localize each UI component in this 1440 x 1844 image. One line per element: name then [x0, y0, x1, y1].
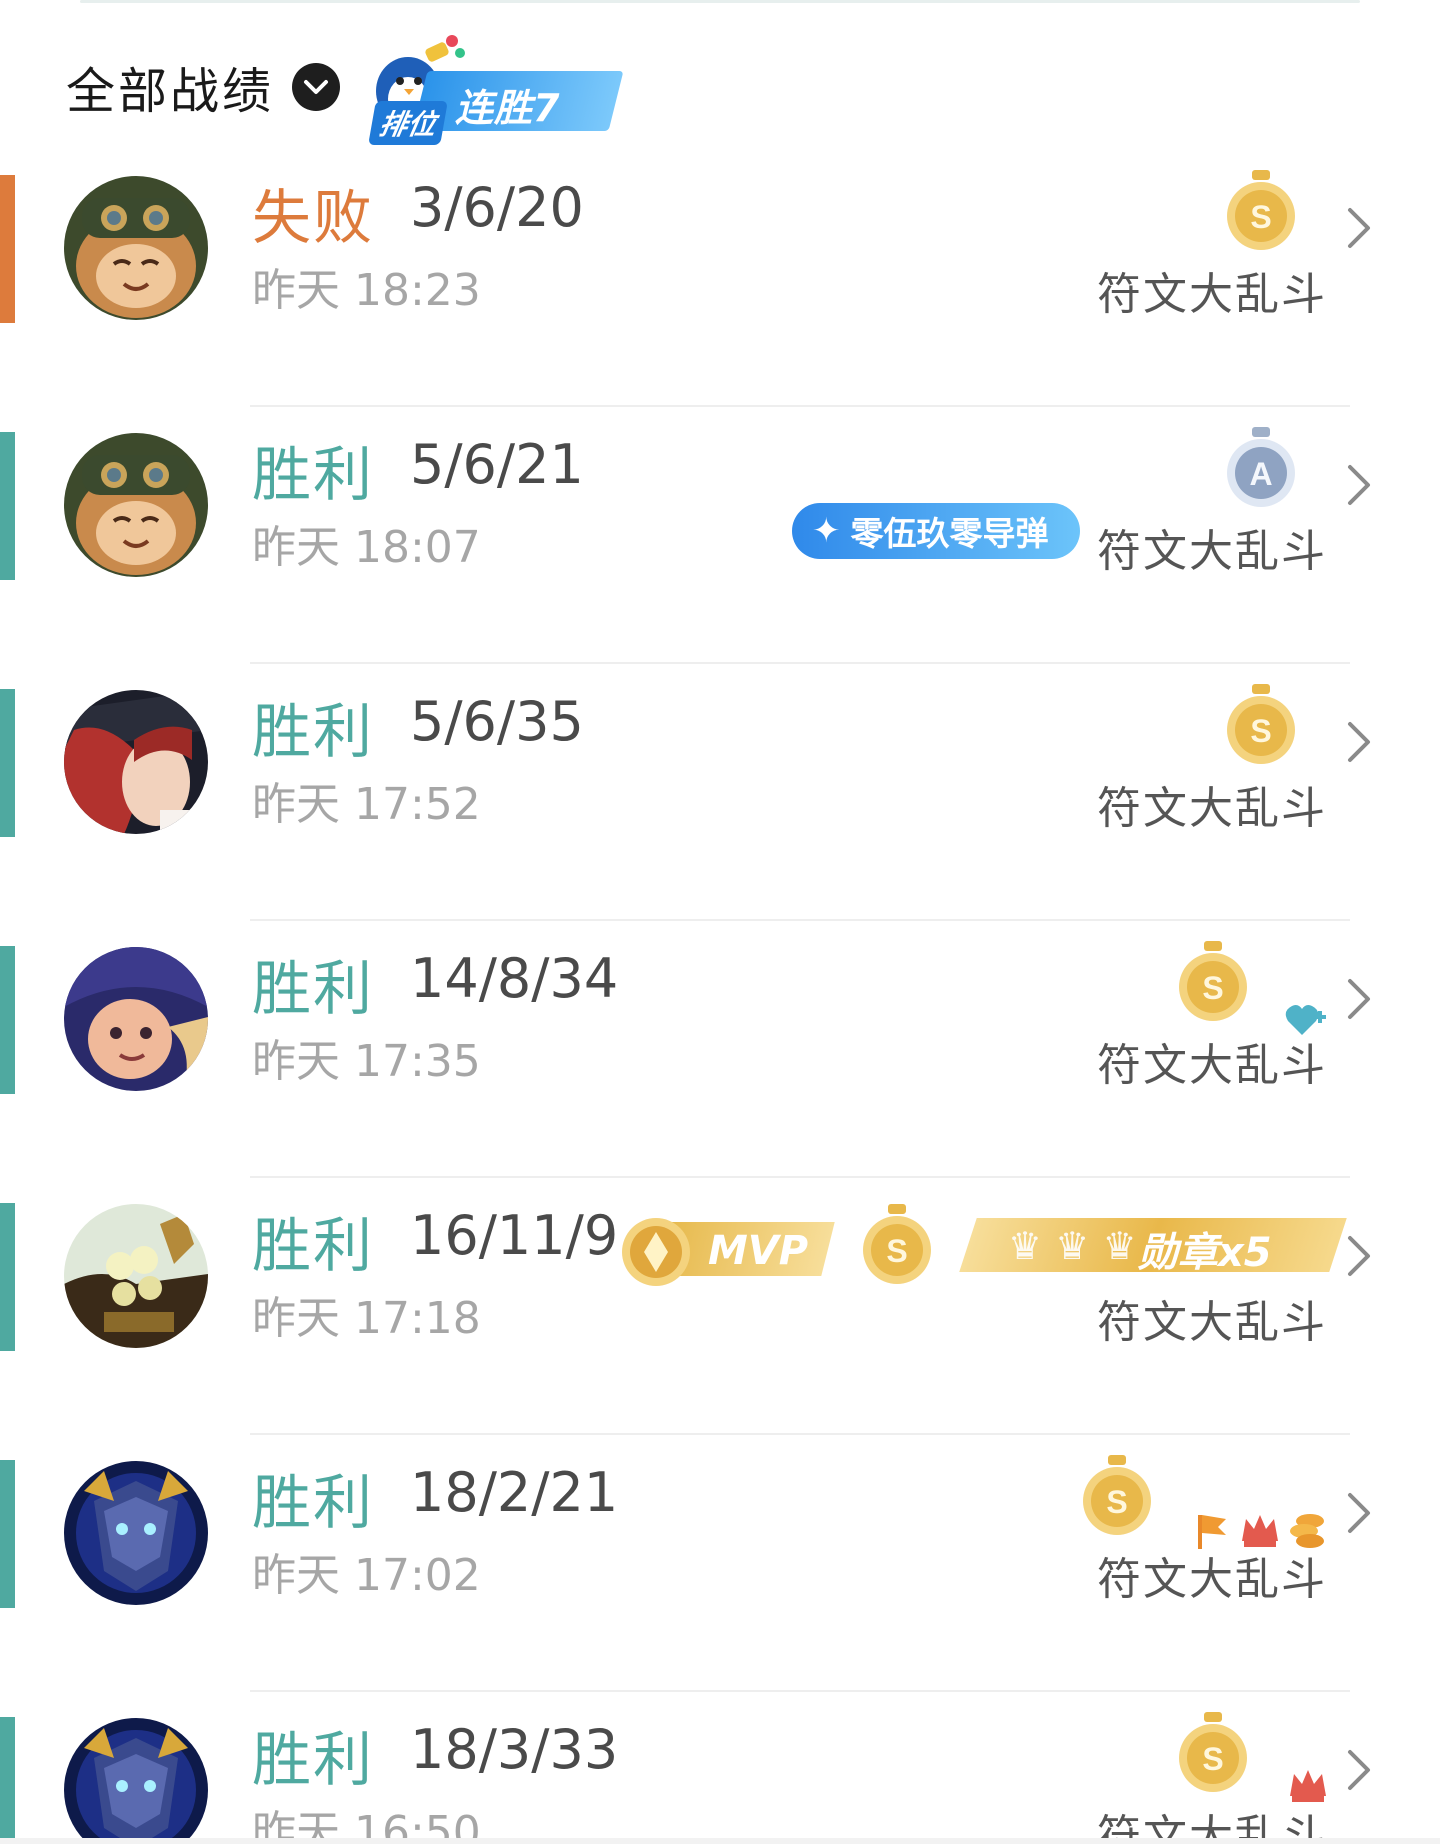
game-mode: 符文大乱斗: [1097, 1040, 1327, 1091]
mvp-medal-icon: [622, 1218, 690, 1286]
filter-dropdown-button[interactable]: [292, 63, 341, 111]
gold-s-grade-icon: S: [1227, 684, 1295, 764]
svg-text:S: S: [1250, 713, 1271, 749]
chevron-right-icon[interactable]: [1346, 977, 1372, 1021]
win-streak-badge: 排位 连胜7: [360, 29, 640, 145]
medal-count-banner: ♛ ♛ ♛ 勋章x5: [959, 1208, 1348, 1278]
gold-s-grade-icon: S: [863, 1204, 931, 1284]
match-row[interactable]: 胜利 16/11/9 昨天 17:18 MVP S ♛ ♛ ♛ 勋章x5 符文大…: [0, 1178, 1440, 1435]
result-label: 胜利: [252, 1468, 375, 1537]
result-label: 失败: [252, 183, 375, 252]
gold-s-grade-icon: S: [1179, 1712, 1247, 1792]
result-accent-bar: [0, 689, 15, 837]
kda-text: 14/8/34: [410, 947, 619, 1010]
chevron-right-icon[interactable]: [1346, 463, 1372, 507]
mvp-badge: MVP: [616, 1208, 836, 1292]
match-time: 昨天 17:52: [252, 779, 481, 830]
result-accent-bar: [0, 1203, 15, 1351]
bottom-bar-edge: [0, 1838, 1440, 1844]
chevron-right-icon[interactable]: [1346, 720, 1372, 764]
result-label: 胜利: [252, 440, 375, 509]
match-time: 昨天 16:50: [252, 1807, 481, 1844]
match-row[interactable]: 胜利 5/6/35 昨天 17:52 S 符文大乱斗: [0, 664, 1440, 921]
chevron-right-icon[interactable]: [1346, 206, 1372, 250]
result-accent-bar: [0, 946, 15, 1094]
champion-avatar: [64, 1718, 208, 1844]
game-mode: 符文大乱斗: [1097, 1554, 1327, 1605]
svg-text:A: A: [1249, 456, 1272, 492]
silver-a-grade-icon: A: [1227, 427, 1295, 507]
match-time: 昨天 18:07: [252, 522, 481, 573]
game-mode: 符文大乱斗: [1097, 526, 1327, 577]
game-mode: 符文大乱斗: [1097, 783, 1327, 834]
gold-s-grade-icon: S: [1179, 941, 1247, 1021]
result-label: 胜利: [252, 1725, 375, 1794]
chevron-right-icon[interactable]: [1346, 1748, 1372, 1792]
game-mode: 符文大乱斗: [1097, 269, 1327, 320]
result-label: 胜利: [252, 697, 375, 766]
result-accent-bar: [0, 1717, 15, 1844]
medal-count-text: 勋章x5: [1138, 1230, 1272, 1276]
match-row[interactable]: 胜利 14/8/34 昨天 17:35 S 符文大乱斗: [0, 921, 1440, 1178]
match-time: 昨天 17:35: [252, 1036, 481, 1087]
result-accent-bar: [0, 1460, 15, 1608]
champion-avatar: [64, 433, 208, 577]
honor-title-badge: ✦ 零伍玖零导弹: [792, 503, 1080, 559]
kda-text: 5/6/21: [410, 433, 584, 496]
top-card-edge: [80, 0, 1360, 3]
match-row[interactable]: 胜利 5/6/21 昨天 18:07 A ✦ 零伍玖零导弹 符文大乱斗: [0, 407, 1440, 664]
kda-text: 18/2/21: [410, 1461, 619, 1524]
rank-label: 排位: [368, 101, 448, 145]
champion-avatar: [64, 947, 208, 1091]
records-header: 全部战绩 排位 连胜7: [66, 35, 640, 145]
match-time: 昨天 17:18: [252, 1293, 481, 1344]
kda-text: 16/11/9: [410, 1204, 619, 1267]
mvp-text: MVP: [708, 1228, 809, 1274]
chevron-right-icon[interactable]: [1346, 1234, 1372, 1278]
result-accent-bar: [0, 175, 15, 323]
svg-text:S: S: [1250, 199, 1271, 235]
svg-text:S: S: [886, 1233, 907, 1269]
gold-s-grade-icon: S: [1227, 170, 1295, 250]
svg-text:S: S: [1202, 1741, 1223, 1777]
kda-text: 3/6/20: [410, 176, 584, 239]
honor-title-text: 零伍玖零导弹: [850, 514, 1049, 553]
game-mode: 符文大乱斗: [1097, 1297, 1327, 1348]
chevron-down-icon: [304, 80, 329, 94]
champion-avatar: [64, 176, 208, 320]
match-row[interactable]: 胜利 18/3/33 昨天 16:50 S 符文大乱斗: [0, 1692, 1440, 1844]
kda-text: 5/6/35: [410, 690, 584, 753]
match-row[interactable]: 胜利 18/2/21 昨天 17:02 S 符文大乱斗: [0, 1435, 1440, 1692]
svg-text:S: S: [1202, 970, 1223, 1006]
result-label: 胜利: [252, 954, 375, 1023]
svg-text:S: S: [1106, 1484, 1127, 1520]
page-title: 全部战绩: [66, 62, 275, 120]
chevron-right-icon[interactable]: [1346, 1491, 1372, 1535]
match-row[interactable]: 失败 3/6/20 昨天 18:23 S 符文大乱斗: [0, 150, 1440, 407]
champion-avatar: [64, 1461, 208, 1605]
gold-s-grade-icon: S: [1083, 1455, 1151, 1535]
kda-text: 18/3/33: [410, 1718, 619, 1781]
match-time: 昨天 18:23: [252, 265, 481, 316]
streak-text: 连胜7: [455, 86, 561, 130]
laurel-icon: ♛ ♛ ♛: [1008, 1224, 1137, 1268]
champion-avatar: [64, 1204, 208, 1348]
sparkle-icon: ✦: [812, 511, 841, 551]
result-label: 胜利: [252, 1211, 375, 1280]
result-accent-bar: [0, 432, 15, 580]
match-time: 昨天 17:02: [252, 1550, 481, 1601]
champion-avatar: [64, 690, 208, 834]
